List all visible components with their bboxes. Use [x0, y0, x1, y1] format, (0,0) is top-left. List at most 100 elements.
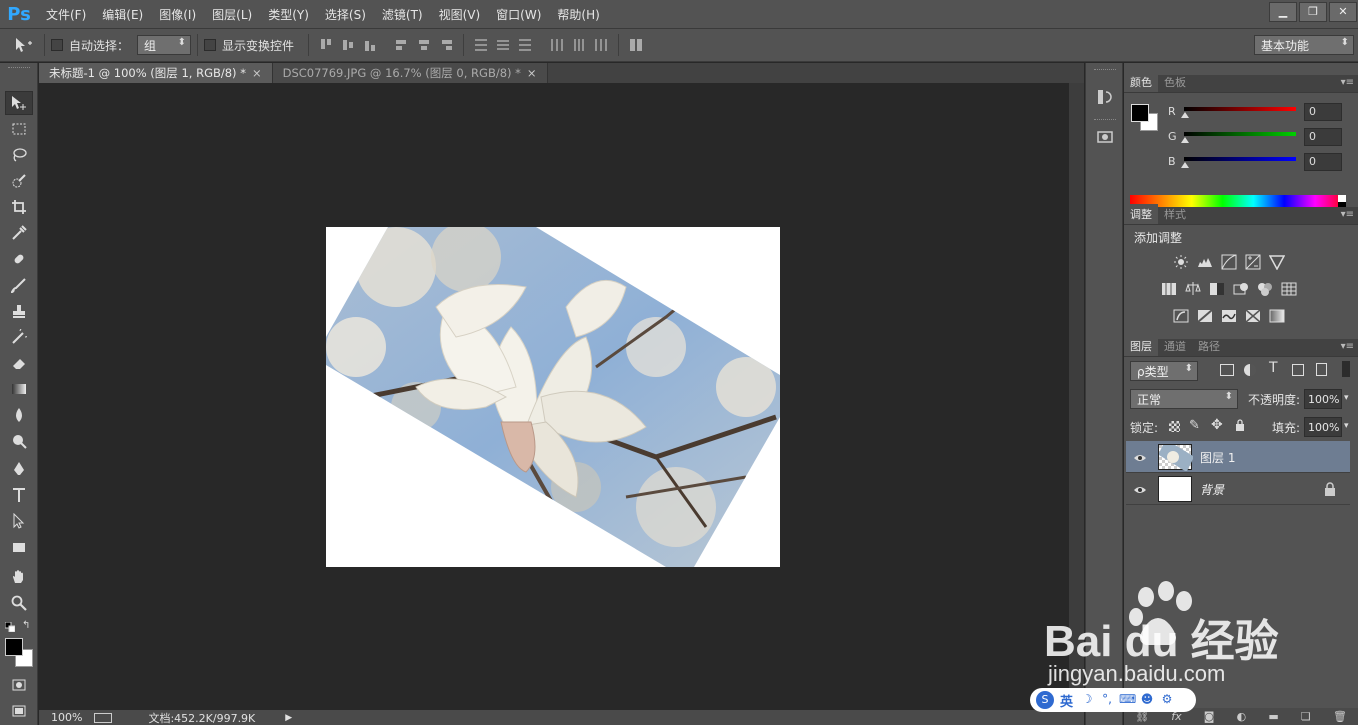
menu-help[interactable]: 帮助(H): [549, 6, 607, 23]
tab-styles[interactable]: 样式: [1158, 204, 1192, 224]
green-slider[interactable]: G 0: [1168, 128, 1358, 148]
blue-value-input[interactable]: 0: [1304, 153, 1342, 171]
auto-select-checkbox[interactable]: [51, 39, 63, 51]
quick-mask-icon[interactable]: [5, 673, 33, 697]
exposure-icon[interactable]: [1244, 253, 1262, 271]
panel-menu-icon[interactable]: ▾≡: [1341, 341, 1354, 352]
foreground-color-swatch[interactable]: [5, 638, 23, 656]
green-value-input[interactable]: 0: [1304, 128, 1342, 146]
zoom-level[interactable]: 100%: [51, 711, 82, 724]
tab-color[interactable]: 颜色: [1124, 72, 1158, 92]
visibility-eye-icon[interactable]: [1134, 484, 1146, 494]
delete-layer-icon[interactable]: 🗑: [1333, 710, 1347, 723]
brush-tool-icon[interactable]: [5, 273, 33, 297]
tab-layers[interactable]: 图层: [1124, 336, 1158, 356]
menu-filter[interactable]: 滤镜(T): [374, 6, 431, 23]
red-track[interactable]: [1184, 107, 1296, 111]
auto-select-dropdown[interactable]: 组: [137, 35, 192, 55]
menu-type[interactable]: 类型(Y): [260, 6, 317, 23]
menu-view[interactable]: 视图(V): [431, 6, 489, 23]
blue-track[interactable]: [1184, 157, 1296, 161]
menu-edit[interactable]: 编辑(E): [94, 6, 151, 23]
minimize-button[interactable]: ▁: [1269, 2, 1297, 22]
menu-file[interactable]: 文件(F): [38, 6, 94, 23]
restore-button[interactable]: ❐: [1299, 2, 1327, 22]
red-slider[interactable]: R 0: [1168, 103, 1358, 123]
move-tool-preset-icon[interactable]: [14, 35, 38, 55]
menu-window[interactable]: 窗口(W): [488, 6, 549, 23]
healing-brush-tool-icon[interactable]: [5, 247, 33, 271]
panel-menu-icon[interactable]: ▾≡: [1341, 77, 1354, 88]
levels-icon[interactable]: [1196, 253, 1214, 271]
hand-tool-icon[interactable]: [5, 565, 33, 589]
blend-mode-dropdown[interactable]: 正常: [1130, 389, 1238, 409]
panel-grip[interactable]: [1094, 69, 1116, 73]
ime-keyboard-icon[interactable]: ⌨: [1119, 692, 1136, 708]
close-button[interactable]: ✕: [1329, 2, 1357, 22]
pen-tool-icon[interactable]: [5, 457, 33, 481]
layer-filter-dropdown[interactable]: ρ类型: [1130, 361, 1198, 381]
align-right-icon[interactable]: [437, 36, 455, 54]
history-brush-tool-icon[interactable]: [5, 325, 33, 349]
posterize-icon[interactable]: [1196, 307, 1214, 325]
menu-select[interactable]: 选择(S): [317, 6, 374, 23]
new-group-icon[interactable]: ▬: [1268, 710, 1278, 723]
panel-menu-icon[interactable]: ▾≡: [1341, 209, 1354, 220]
ime-lang-toggle[interactable]: 英: [1060, 691, 1073, 710]
green-track[interactable]: [1184, 132, 1296, 136]
panel-grip[interactable]: [1094, 119, 1116, 123]
red-value-input[interactable]: 0: [1304, 103, 1342, 121]
lock-transparency-icon[interactable]: [1169, 421, 1180, 432]
history-panel-icon[interactable]: [1095, 87, 1115, 107]
document-canvas[interactable]: [326, 227, 780, 567]
red-thumb[interactable]: [1181, 112, 1189, 118]
gradient-tool-icon[interactable]: [5, 377, 33, 401]
align-vcenter-icon[interactable]: [339, 36, 357, 54]
align-bottom-icon[interactable]: [361, 36, 379, 54]
distribute-bottom-icon[interactable]: [516, 36, 534, 54]
ime-moon-icon[interactable]: ☽: [1079, 692, 1095, 708]
transform-controls-checkbox[interactable]: [204, 39, 217, 51]
distribute-left-icon[interactable]: [548, 36, 566, 54]
opacity-arrow-icon[interactable]: ▾: [1344, 393, 1349, 403]
layer-name[interactable]: 背景: [1200, 481, 1224, 498]
fill-input[interactable]: 100%: [1304, 417, 1342, 437]
invert-icon[interactable]: [1172, 307, 1190, 325]
channel-mixer-icon[interactable]: [1256, 280, 1274, 298]
color-balance-icon[interactable]: [1184, 280, 1202, 298]
blue-thumb[interactable]: [1181, 162, 1189, 168]
path-select-tool-icon[interactable]: [5, 509, 33, 533]
layer-name[interactable]: 图层 1: [1200, 449, 1235, 466]
color-lookup-icon[interactable]: [1280, 280, 1298, 298]
lasso-tool-icon[interactable]: [5, 143, 33, 167]
tab-dsc07769[interactable]: DSC07769.JPG @ 16.7% (图层 0, RGB/8) * ×: [272, 63, 548, 83]
new-adjustment-icon[interactable]: ◐: [1237, 710, 1247, 723]
properties-panel-icon[interactable]: [1095, 127, 1115, 147]
tab-close-icon[interactable]: ×: [527, 66, 537, 80]
layer-row-background[interactable]: 背景: [1126, 473, 1350, 505]
quick-select-tool-icon[interactable]: [5, 169, 33, 193]
menu-image[interactable]: 图像(I): [151, 6, 204, 23]
filter-adjustment-icon[interactable]: [1244, 364, 1256, 376]
brightness-contrast-icon[interactable]: [1172, 253, 1190, 271]
dodge-tool-icon[interactable]: [5, 429, 33, 453]
filter-type-icon[interactable]: T: [1269, 360, 1278, 376]
workspace-dropdown[interactable]: 基本功能: [1254, 35, 1354, 55]
distribute-top-icon[interactable]: [472, 36, 490, 54]
ime-punct-icon[interactable]: °,: [1099, 692, 1115, 708]
gradient-map-icon[interactable]: [1268, 307, 1286, 325]
lock-pixels-icon[interactable]: ✎: [1189, 418, 1200, 433]
fill-arrow-icon[interactable]: ▾: [1344, 421, 1349, 431]
tab-channels[interactable]: 通道: [1158, 336, 1192, 356]
fg-color-chip[interactable]: [1131, 104, 1149, 122]
status-menu-arrow-icon[interactable]: ▶: [285, 713, 292, 723]
move-tool-icon[interactable]: [5, 91, 33, 115]
distribute-hcenter-icon[interactable]: [570, 36, 588, 54]
eraser-tool-icon[interactable]: [5, 351, 33, 375]
tab-untitled-1[interactable]: 未标题-1 @ 100% (图层 1, RGB/8) * ×: [39, 63, 273, 83]
rectangle-tool-icon[interactable]: [5, 535, 33, 559]
tab-close-icon[interactable]: ×: [252, 66, 262, 80]
zoom-tool-icon[interactable]: [5, 591, 33, 615]
blur-tool-icon[interactable]: [5, 403, 33, 427]
ime-logo-icon[interactable]: S: [1036, 691, 1054, 709]
